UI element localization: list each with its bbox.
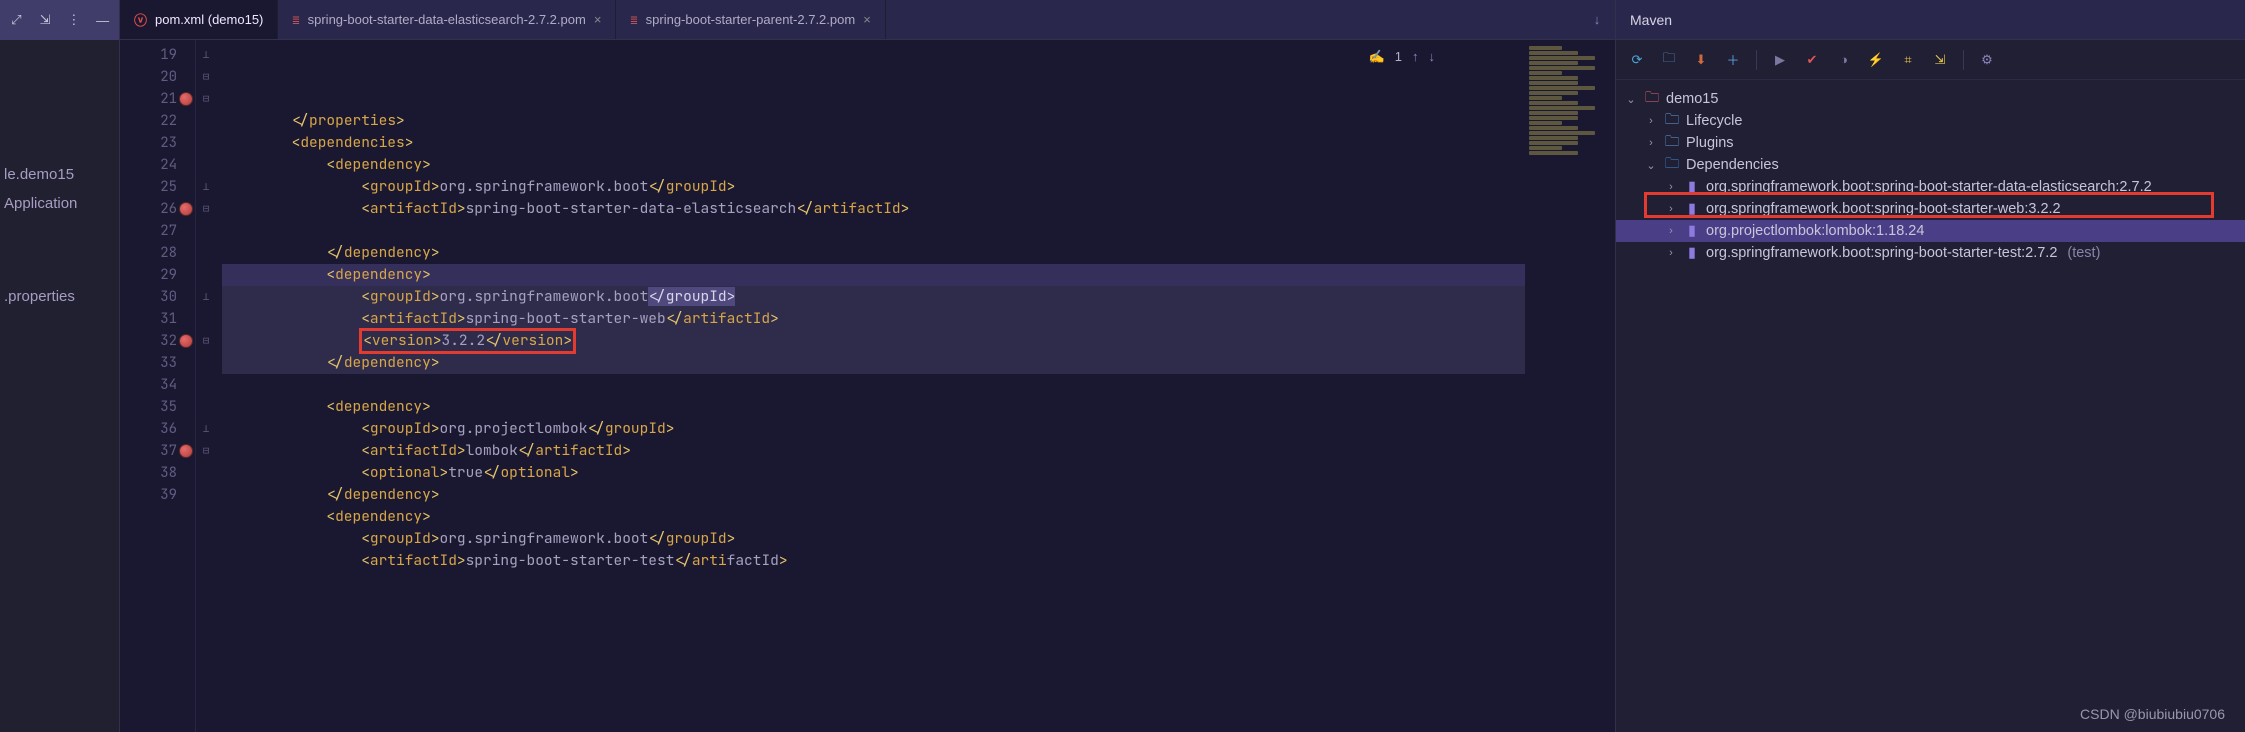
maven-project-node[interactable]: 🗀 demo15 (1616, 88, 2245, 110)
editor-tabs: ⓥ pom.xml (demo15) ≣ spring-boot-starter-da… (120, 0, 1615, 40)
editor[interactable]: 1920212223242526272829303132333435363738… (120, 40, 1615, 732)
tab-label: spring-boot-starter-parent-2.7.2.pom (646, 12, 856, 27)
chevron-right-icon[interactable] (1664, 181, 1678, 193)
library-icon: ▮ (1684, 201, 1700, 217)
close-icon[interactable]: × (594, 12, 602, 27)
maven-dependency-node[interactable]: ▮ org.springframework.boot:spring-boot-st… (1616, 176, 2245, 198)
execute-goal-icon[interactable]: ✔ (1803, 51, 1821, 69)
inspection-inlay[interactable]: ✍ 1 ↑ ↓ (1369, 46, 1435, 68)
project-item (0, 218, 119, 230)
pom-file-icon: ≣ (630, 13, 637, 27)
maven-plugins-node[interactable]: 🗀 Plugins (1616, 132, 2245, 154)
project-item[interactable]: Application (0, 189, 119, 218)
chevron-down-icon[interactable] (1624, 93, 1638, 106)
maven-project-icon: 🗀 (1644, 87, 1660, 112)
editor-pane: ⓥ pom.xml (demo15) ≣ spring-boot-starter-da… (120, 0, 1615, 732)
toggle-offline-icon[interactable]: ◑ (1835, 51, 1853, 69)
inspection-count: 1 (1395, 46, 1402, 68)
library-icon: ▮ (1684, 223, 1700, 239)
skip-tests-icon[interactable]: ⚡ (1867, 51, 1885, 69)
editor-tab[interactable]: ≣ spring-boot-starter-data-elasticsearch-… (278, 0, 616, 39)
project-item[interactable]: .properties (0, 282, 119, 311)
library-icon: ▮ (1684, 179, 1700, 195)
download-arrow-icon[interactable]: ↓ (1579, 0, 1615, 39)
maven-project-label: demo15 (1666, 91, 1718, 107)
arrow-down-icon[interactable]: ↓ (1429, 46, 1436, 68)
collapse-all-icon[interactable]: ⇲ (1931, 51, 1949, 69)
collapse-icon[interactable]: ⇲ (37, 11, 54, 29)
project-tree-fragment: le.demo15 Application .properties (0, 40, 119, 311)
download-icon[interactable]: ⬇ (1692, 51, 1710, 69)
fold-column[interactable]: ⊥⊟⊟⊥⊟⊥⊟⊥⊟ (196, 40, 216, 732)
expand-icon[interactable]: ⤢ (8, 11, 25, 29)
dependency-label: org.springframework.boot:spring-boot-sta… (1706, 179, 2152, 195)
arrow-up-icon[interactable]: ↑ (1412, 46, 1419, 68)
maven-dependency-node[interactable]: ▮ org.projectlombok:lombok:1.18.24 (1616, 220, 2245, 242)
separator (1756, 50, 1757, 70)
watermark: CSDN @biubiubiu0706 (2080, 706, 2225, 722)
maven-dependency-node[interactable]: ▮ org.springframework.boot:spring-boot-st… (1616, 198, 2245, 220)
editor-tab[interactable]: ⓥ pom.xml (demo15) (120, 0, 278, 39)
folder-icon: 🗀 (1664, 153, 1680, 178)
hide-icon[interactable]: — (94, 11, 111, 29)
run-icon[interactable]: ▶ (1771, 51, 1789, 69)
maven-dependencies-node[interactable]: 🗀 Dependencies (1616, 154, 2245, 176)
more-icon[interactable]: ⋮ (66, 11, 83, 29)
maven-lifecycle-node[interactable]: 🗀 Lifecycle (1616, 110, 2245, 132)
chevron-right-icon[interactable] (1644, 137, 1658, 149)
chevron-right-icon[interactable] (1664, 247, 1678, 259)
maven-lifecycle-label: Lifecycle (1686, 113, 1742, 129)
maven-tool-window: Maven ⟳ 🗀 ⬇ ＋ ▶ ✔ ◑ ⚡ ⌗ ⇲ ⚙ 🗀 demo15 🗀 L… (1615, 0, 2245, 732)
chevron-right-icon[interactable] (1664, 203, 1678, 215)
tab-label: pom.xml (demo15) (155, 12, 263, 27)
dependency-label: org.springframework.boot:spring-boot-sta… (1706, 201, 2061, 217)
add-project-icon[interactable]: ＋ (1724, 51, 1742, 69)
library-icon: ▮ (1684, 245, 1700, 261)
code-area[interactable]: ✍ 1 ↑ ↓ </properties> <dependencies> <de… (216, 40, 1525, 732)
maven-file-icon: ⓥ (134, 10, 147, 29)
person-icon: ✍ (1369, 46, 1385, 68)
dependency-label: org.springframework.boot:spring-boot-sta… (1706, 245, 2057, 261)
project-tool-window: ⤢ ⇲ ⋮ — le.demo15 Application .propertie… (0, 0, 120, 732)
generate-sources-icon[interactable]: 🗀 (1660, 51, 1678, 69)
chevron-down-icon[interactable] (1644, 159, 1658, 172)
editor-tab[interactable]: ≣ spring-boot-starter-parent-2.7.2.pom × (616, 0, 885, 39)
maven-toolbar: ⟳ 🗀 ⬇ ＋ ▶ ✔ ◑ ⚡ ⌗ ⇲ ⚙ (1616, 40, 2245, 80)
dependency-label: org.projectlombok:lombok:1.18.24 (1706, 223, 1924, 239)
show-dependencies-icon[interactable]: ⌗ (1899, 51, 1917, 69)
project-toolbar: ⤢ ⇲ ⋮ — (0, 0, 119, 40)
separator (1963, 50, 1964, 70)
maven-title: Maven (1616, 0, 2245, 40)
pom-file-icon: ≣ (292, 13, 299, 27)
refresh-icon[interactable]: ⟳ (1628, 51, 1646, 69)
settings-icon[interactable]: ⚙ (1978, 51, 1996, 69)
maven-tree[interactable]: 🗀 demo15 🗀 Lifecycle 🗀 Plugins 🗀 Depende… (1616, 80, 2245, 732)
chevron-right-icon[interactable] (1664, 225, 1678, 237)
chevron-right-icon[interactable] (1644, 115, 1658, 127)
gutter: 1920212223242526272829303132333435363738… (120, 40, 196, 732)
minimap[interactable] (1525, 40, 1615, 732)
tab-label: spring-boot-starter-data-elasticsearch-2… (308, 12, 586, 27)
maven-dependencies-label: Dependencies (1686, 157, 1779, 173)
maven-dependency-node[interactable]: ▮ org.springframework.boot:spring-boot-st… (1616, 242, 2245, 264)
close-icon[interactable]: × (863, 12, 871, 27)
dependency-scope: (test) (2067, 245, 2100, 261)
maven-plugins-label: Plugins (1686, 135, 1734, 151)
project-item[interactable]: le.demo15 (0, 160, 119, 189)
